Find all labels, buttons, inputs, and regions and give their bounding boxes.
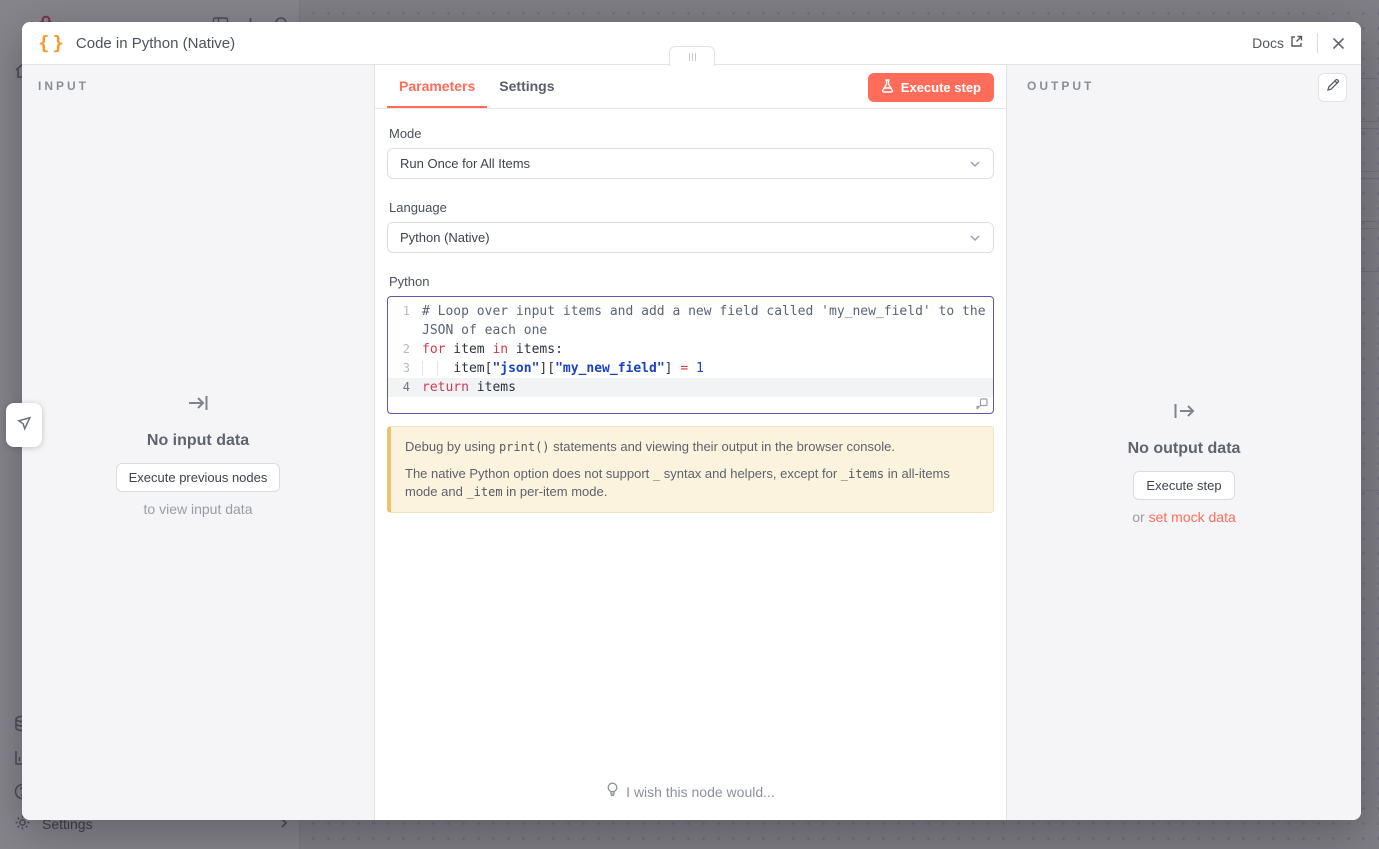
bar-arrow-out-icon <box>1007 399 1361 428</box>
panel-drag-handle[interactable] <box>669 46 715 66</box>
header-divider <box>1317 33 1318 53</box>
modal-body: INPUT No input data Execute previous nod… <box>22 65 1361 820</box>
chevron-down-icon <box>969 158 981 170</box>
execute-step-button[interactable]: Execute step <box>868 73 994 102</box>
edit-output-button[interactable] <box>1318 73 1347 102</box>
code-line: 2for item in items: <box>388 340 993 359</box>
set-mock-data-link[interactable]: set mock data <box>1149 509 1236 525</box>
language-label: Language <box>389 200 994 215</box>
tab-settings[interactable]: Settings <box>487 65 566 108</box>
execute-previous-nodes-button[interactable]: Execute previous nodes <box>116 463 281 492</box>
expand-editor-icon[interactable] <box>976 398 988 410</box>
tab-parameters[interactable]: Parameters <box>387 65 487 108</box>
no-input-data-title: No input data <box>22 432 374 450</box>
language-select[interactable]: Python (Native) <box>387 222 994 253</box>
output-panel-label: OUTPUT <box>1027 79 1094 93</box>
close-icon[interactable] <box>1332 37 1345 50</box>
no-output-data-title: No output data <box>1007 440 1361 458</box>
focus-panel-toggle[interactable] <box>6 403 42 447</box>
form-area: Mode Run Once for All Items Language Pyt… <box>375 109 1006 513</box>
wish-hint-link[interactable]: I wish this node would... <box>375 782 1006 802</box>
cursor-arrow-icon <box>14 413 34 438</box>
code-line: 3 item["json"]["my_new_field"] = 1 <box>388 359 993 378</box>
code-editor[interactable]: 1# Loop over input items and add a new f… <box>387 296 994 414</box>
execute-step-side-button[interactable]: Execute step <box>1133 471 1234 500</box>
mode-select[interactable]: Run Once for All Items <box>387 148 994 179</box>
code-line: JSON of each one <box>388 321 993 340</box>
node-title: Code in Python (Native) <box>76 35 235 52</box>
code-line: 1# Loop over input items and add a new f… <box>388 302 993 321</box>
code-node-icon: {} <box>38 32 67 54</box>
input-caption: to view input data <box>22 501 374 517</box>
python-label: Python <box>389 274 994 289</box>
arrow-into-bar-icon <box>22 391 374 420</box>
or-text: or <box>1132 509 1144 525</box>
code-lines: 1# Loop over input items and add a new f… <box>388 302 993 397</box>
chevron-down-icon <box>969 232 981 244</box>
code-line: 4return items <box>388 378 993 397</box>
output-panel: OUTPUT No output data Execute step or se… <box>1006 65 1361 820</box>
input-panel: INPUT No input data Execute previous nod… <box>22 65 375 820</box>
node-details-modal: {} Code in Python (Native) Docs INPUT <box>22 22 1361 820</box>
parameters-panel: Parameters Settings Execute step Mode Ru… <box>375 65 1006 820</box>
tab-bar: Parameters Settings Execute step <box>375 65 1006 109</box>
mode-label: Mode <box>389 126 994 141</box>
debug-notice: Debug by using print() statements and vi… <box>387 426 994 513</box>
output-empty-state: No output data Execute step or set mock … <box>1007 399 1361 525</box>
flask-icon <box>881 79 894 96</box>
input-empty-state: No input data Execute previous nodes to … <box>22 391 374 517</box>
docs-link[interactable]: Docs <box>1252 35 1303 51</box>
lightbulb-icon <box>606 782 619 802</box>
pencil-icon <box>1326 78 1340 97</box>
external-link-icon <box>1290 35 1303 51</box>
input-panel-label: INPUT <box>38 79 89 93</box>
